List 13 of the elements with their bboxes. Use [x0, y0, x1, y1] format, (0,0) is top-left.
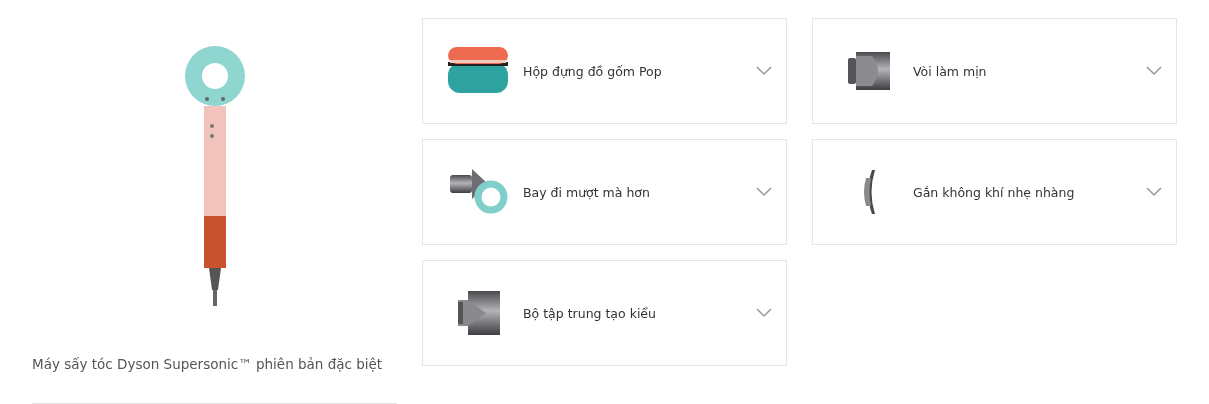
- chevron-icon: [756, 66, 772, 76]
- accessory-card[interactable]: Vòi làm mịn: [812, 18, 1177, 124]
- chevron-icon: [1146, 187, 1162, 197]
- accessory-card[interactable]: Bộ tập trung tạo kiểu: [422, 260, 787, 366]
- chevron-icon: [756, 187, 772, 197]
- accessory-card[interactable]: Gắn không khí nhẹ nhàng: [812, 139, 1177, 245]
- chevron-icon: [1146, 66, 1162, 76]
- product-caption: Máy sấy tóc Dyson Supersonic™ phiên bản đặc biệt: [32, 356, 384, 372]
- chevron-icon: [756, 308, 772, 318]
- accessory-card[interactable]: Hộp đựng đồ gốm Pop: [422, 18, 787, 124]
- concentrator-nozzle-drawing: [456, 288, 502, 338]
- diffuser-attachment-drawing: [862, 168, 876, 216]
- accessory-card[interactable]: Bay đi mượt mà hơn: [422, 139, 787, 245]
